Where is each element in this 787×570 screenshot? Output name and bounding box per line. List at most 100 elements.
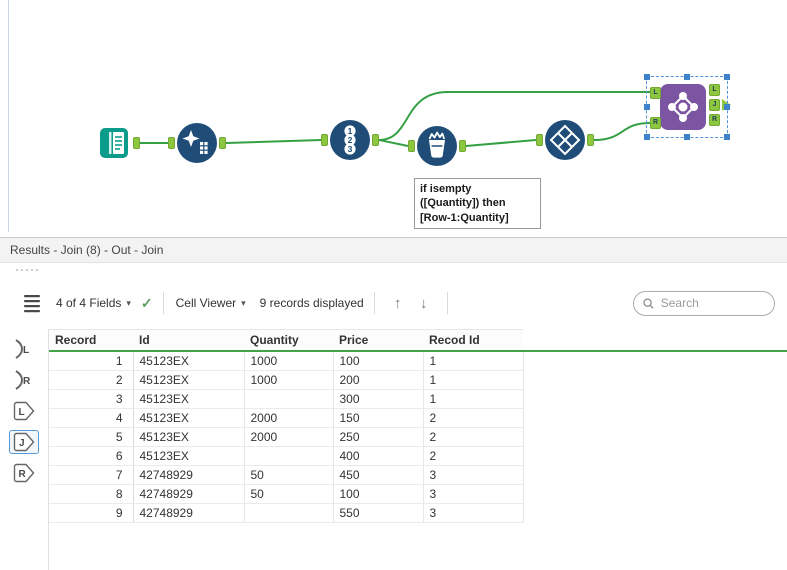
workflow-canvas[interactable]: 1 2 3 L R L J R if isempty ([Quantity]) … bbox=[0, 0, 787, 237]
output-anchor[interactable] bbox=[587, 134, 594, 146]
output-anchor[interactable] bbox=[133, 137, 140, 149]
input-anchor[interactable] bbox=[536, 134, 543, 146]
grid-cell[interactable]: 45123EX bbox=[133, 408, 245, 428]
record-number-cell[interactable]: 3 bbox=[49, 389, 134, 409]
apply-check-icon[interactable]: ✓ bbox=[141, 295, 153, 312]
table-row[interactable]: 1 45123EX 1000 100 1 bbox=[49, 351, 787, 371]
grid-cell[interactable]: 3 bbox=[423, 465, 524, 485]
grid-cell[interactable] bbox=[244, 389, 334, 409]
anchor-output-L-button[interactable]: L bbox=[9, 399, 39, 423]
panel-grip[interactable] bbox=[16, 269, 38, 271]
col-header-quantity[interactable]: Quantity bbox=[244, 329, 333, 352]
alteryx-designer-window: 1 2 3 L R L J R if isempty ([Quantity]) … bbox=[0, 0, 787, 570]
search-input[interactable] bbox=[660, 296, 766, 310]
record-number-cell[interactable]: 2 bbox=[49, 370, 134, 390]
grid-cell[interactable]: 2000 bbox=[244, 408, 334, 428]
connection-wire[interactable] bbox=[225, 139, 322, 144]
grid-cell[interactable]: 45123EX bbox=[133, 446, 245, 466]
record-id-tool[interactable]: 1 2 3 bbox=[330, 120, 370, 160]
grid-cell[interactable]: 3 bbox=[423, 484, 524, 504]
table-row[interactable]: 3 45123EX 300 1 bbox=[49, 389, 787, 409]
output-anchor[interactable] bbox=[372, 134, 379, 146]
input-anchor[interactable] bbox=[408, 140, 415, 152]
record-number-cell[interactable]: 1 bbox=[49, 351, 134, 371]
cell-viewer-dropdown[interactable]: Cell Viewer ▾ bbox=[176, 296, 246, 310]
svg-text:L: L bbox=[19, 407, 25, 418]
anchor-output-R-button[interactable]: R bbox=[9, 461, 39, 485]
grid-cell[interactable]: 550 bbox=[333, 503, 424, 523]
record-number-cell[interactable]: 7 bbox=[49, 465, 134, 485]
filler-cell bbox=[523, 503, 787, 523]
grid-cell[interactable]: 450 bbox=[333, 465, 424, 485]
svg-text:L: L bbox=[23, 345, 29, 356]
table-row[interactable]: 7 42748929 50 450 3 bbox=[49, 465, 787, 485]
grid-cell[interactable]: 150 bbox=[333, 408, 424, 428]
table-row[interactable]: 5 45123EX 2000 250 2 bbox=[49, 427, 787, 447]
scroll-down-button[interactable]: ↓ bbox=[411, 295, 437, 312]
col-header-price[interactable]: Price bbox=[333, 329, 423, 352]
input-anchor[interactable] bbox=[168, 137, 175, 149]
input-data-tool[interactable] bbox=[96, 125, 132, 166]
grid-cell[interactable]: 100 bbox=[333, 351, 424, 371]
grid-cell[interactable]: 45123EX bbox=[133, 389, 245, 409]
table-row[interactable]: 8 42748929 50 100 3 bbox=[49, 484, 787, 504]
grid-cell[interactable]: 2 bbox=[423, 427, 524, 447]
table-row[interactable]: 4 45123EX 2000 150 2 bbox=[49, 408, 787, 428]
output-anchor[interactable] bbox=[459, 140, 466, 152]
grid-cell[interactable]: 45123EX bbox=[133, 370, 245, 390]
grid-cell[interactable]: 45123EX bbox=[133, 427, 245, 447]
grid-cell[interactable]: 400 bbox=[333, 446, 424, 466]
connection-wire[interactable] bbox=[378, 139, 409, 147]
grid-cell[interactable] bbox=[244, 503, 334, 523]
table-row[interactable]: 2 45123EX 1000 200 1 bbox=[49, 370, 787, 390]
grid-cell[interactable] bbox=[244, 446, 334, 466]
grid-cell[interactable]: 1000 bbox=[244, 370, 334, 390]
grid-cell[interactable]: 3 bbox=[423, 503, 524, 523]
search-box[interactable] bbox=[633, 290, 775, 316]
input-anchor[interactable] bbox=[321, 134, 328, 146]
grid-cell[interactable]: 1 bbox=[423, 389, 524, 409]
connection-wire[interactable] bbox=[465, 139, 537, 147]
grid-cell[interactable]: 1000 bbox=[244, 351, 334, 371]
record-number-cell[interactable]: 9 bbox=[49, 503, 134, 523]
grid-cell[interactable]: 100 bbox=[333, 484, 424, 504]
table-row[interactable]: 9 42748929 550 3 bbox=[49, 503, 787, 523]
grid-cell[interactable]: 45123EX bbox=[133, 351, 245, 371]
table-row[interactable]: 6 45123EX 400 2 bbox=[49, 446, 787, 466]
grid-cell[interactable]: 300 bbox=[333, 389, 424, 409]
grid-cell[interactable]: 2 bbox=[423, 408, 524, 428]
chevron-down-icon: ▾ bbox=[241, 297, 246, 308]
col-header-record[interactable]: Record bbox=[49, 329, 133, 352]
record-number-cell[interactable]: 6 bbox=[49, 446, 134, 466]
grid-cell[interactable]: 2 bbox=[423, 446, 524, 466]
anchor-output-J-button[interactable]: J bbox=[9, 430, 39, 454]
grid-cell[interactable]: 42748929 bbox=[133, 465, 245, 485]
grid-cell[interactable]: 42748929 bbox=[133, 484, 245, 504]
record-number-cell[interactable]: 5 bbox=[49, 427, 134, 447]
layout-toggle-button[interactable] bbox=[20, 291, 44, 315]
select-records-tool[interactable] bbox=[545, 120, 585, 160]
grid-cell[interactable]: 50 bbox=[244, 465, 334, 485]
data-cleansing-tool[interactable] bbox=[177, 123, 217, 163]
grid-cell[interactable]: 2000 bbox=[244, 427, 334, 447]
grid-cell[interactable]: 1 bbox=[423, 351, 524, 371]
tool-annotation[interactable]: if isempty ([Quantity]) then [Row-1:Quan… bbox=[414, 178, 541, 229]
grid-cell[interactable]: 42748929 bbox=[133, 503, 245, 523]
diamond-lattice-icon bbox=[549, 124, 581, 156]
col-header-id[interactable]: Id bbox=[133, 329, 244, 352]
record-number-cell[interactable]: 8 bbox=[49, 484, 134, 504]
scroll-up-button[interactable]: ↑ bbox=[385, 295, 411, 312]
grid-cell[interactable]: 50 bbox=[244, 484, 334, 504]
fields-dropdown[interactable]: 4 of 4 Fields ▾ bbox=[56, 296, 131, 310]
grid-cell[interactable]: 1 bbox=[423, 370, 524, 390]
grid-cell[interactable]: 250 bbox=[333, 427, 424, 447]
grid-cell[interactable]: 200 bbox=[333, 370, 424, 390]
output-anchor[interactable] bbox=[219, 137, 226, 149]
record-number-cell[interactable]: 4 bbox=[49, 408, 134, 428]
anchor-input-R-button[interactable]: R bbox=[9, 368, 39, 392]
anchor-input-L-button[interactable]: L bbox=[9, 337, 39, 361]
col-header-recod-id[interactable]: Recod Id bbox=[423, 329, 523, 352]
formula-tool[interactable] bbox=[417, 126, 457, 166]
record-id-icon: 1 2 3 bbox=[344, 125, 356, 155]
connection-wire[interactable] bbox=[593, 122, 651, 141]
